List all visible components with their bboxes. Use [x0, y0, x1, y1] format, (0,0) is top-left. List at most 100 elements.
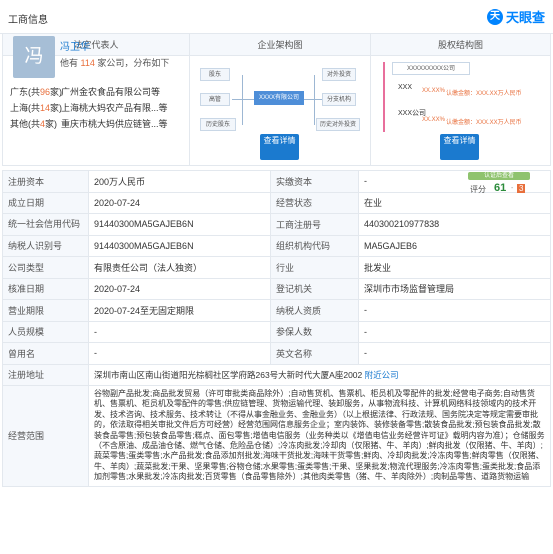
business-info-table: 注册资本 200万人民币 实缴资本 - 成立日期 2020-07-24 经营状态 在业 统一… — [2, 170, 551, 487]
field-value: - — [358, 342, 551, 365]
field-value: 2020-07-24 — [88, 277, 271, 300]
score-prefix: 评分 — [470, 185, 486, 194]
field-label: 行业 — [270, 256, 359, 279]
shareholder-node: 股东 — [200, 68, 230, 81]
equity-note-1: 认缴金额：XXX.XX万人民币 — [446, 91, 522, 97]
score-separator-icon: - — [511, 185, 514, 192]
equity-detail-button[interactable]: 查看详情 — [440, 134, 479, 160]
field-label: 组织机构代码 — [270, 234, 359, 257]
region-company: 上海桃大妈农产品有限...等 — [61, 103, 168, 113]
connector — [242, 75, 243, 125]
list-item[interactable]: 广东(共96家) 广州金农食品有限公司等 — [10, 84, 186, 100]
table-row: 人员规模 - 参保人数 - — [2, 320, 551, 343]
field-label: 经营状态 — [270, 191, 359, 214]
count-suffix: 家) — [45, 119, 58, 129]
history-shareholder-node: 历史股东 — [200, 118, 236, 131]
avatar: 冯 — [13, 36, 55, 78]
list-item[interactable]: 其他(共4家) 重庆市桃大妈供应链管...等 — [10, 116, 186, 132]
field-label: 实缴资本 — [270, 170, 359, 193]
field-value: 批发业 — [358, 256, 551, 279]
legal-rep-summary: 他有 114 家公司，分布如下 — [60, 56, 169, 69]
table-row: 统一社会信用代码 91440300MA5GAJEB6N 工商注册号 440300210… — [2, 213, 551, 236]
region-name: 广东 — [10, 87, 29, 97]
score-value: 61 — [494, 182, 507, 194]
equity-note-2: 认缴金额：XXX.XX万人民币 — [446, 120, 522, 126]
field-value: 91440300MA5GAJEB6N — [88, 213, 271, 236]
field-label: 曾用名 — [2, 342, 89, 365]
table-row: 注册地址 深圳市南山区南山街道阳光棕榈社区学府路263号大新时代大厦A座2002 … — [2, 363, 551, 386]
equity-ratio-2: XX.XX% — [422, 117, 446, 123]
summary-suffix: 家公司，分布如下 — [97, 58, 170, 68]
section-title: 股权结构图 — [371, 34, 550, 56]
company-count[interactable]: 114 — [81, 58, 95, 68]
table-row: 纳税人识别号 91440300MA5GAJEB6N 组织机构代码 MA5GAJEB6 — [2, 234, 551, 257]
equity-ratio-1: XX.XX% — [422, 88, 446, 94]
equity-bar — [383, 62, 385, 132]
nearby-companies-link[interactable]: 附近公司 — [365, 370, 399, 380]
field-label: 统一社会信用代码 — [2, 213, 89, 236]
field-label: 纳税人识别号 — [2, 234, 89, 257]
table-row: 经营范围 谷物副产品批发;商品批发贸易（许可审批类商品除外）;自动售货机、售票机、… — [2, 385, 551, 487]
address-cell: 深圳市南山区南山街道阳光棕榈社区学府路263号大新时代大厦A座2002 附近公司 — [88, 363, 551, 386]
field-value: - — [358, 320, 551, 343]
logo-icon: 天 — [486, 8, 503, 25]
score-certify-label: 认证后查看 — [468, 172, 530, 180]
field-value: 91440300MA5GAJEB6N — [88, 234, 271, 257]
table-row: 曾用名 - 英文名称 - — [2, 342, 551, 365]
table-row: 公司类型 有限责任公司（法人独资） 行业 批发业 — [2, 256, 551, 279]
section-title: 企业架构图 — [190, 34, 370, 56]
region-company: 重庆市桃大妈供应链管...等 — [61, 119, 168, 129]
equity-top-node: XXXXXXXXX公司 — [392, 62, 470, 75]
executive-node: 高管 — [200, 93, 230, 106]
field-label: 人员规模 — [2, 320, 89, 343]
region-name: 上海 — [10, 103, 29, 113]
history-investment-node: 历史对外投资 — [316, 118, 360, 131]
region-name: 其他 — [10, 119, 29, 129]
field-label: 核准日期 — [2, 277, 89, 300]
field-label: 注册地址 — [2, 363, 89, 386]
tianyancha-logo[interactable]: 天 天眼查 — [486, 7, 545, 26]
branch-node: 分支机构 — [322, 93, 356, 106]
count-prefix: (共 — [28, 87, 41, 97]
field-label: 参保人数 — [270, 320, 359, 343]
field-label: 公司类型 — [2, 256, 89, 279]
logo-text: 天眼查 — [505, 10, 545, 25]
field-label: 成立日期 — [2, 191, 89, 214]
region-company: 广州金农食品有限公司等 — [61, 87, 161, 97]
table-row: 营业期限 2020-07-24至无固定期限 纳税人资质 - — [2, 299, 551, 322]
field-value: 深圳市市场监督管理局 — [358, 277, 551, 300]
summary-prefix: 他有 — [60, 58, 79, 68]
field-label: 工商注册号 — [270, 213, 359, 236]
region-count: 96 — [40, 87, 51, 97]
field-label: 注册资本 — [2, 170, 89, 193]
region-list: 广东(共96家) 广州金农食品有限公司等 上海(共14家) 上海桃大妈农产品有限..… — [10, 84, 186, 132]
count-prefix: (共 — [28, 119, 41, 129]
legal-rep-name[interactable]: 冯卫华 — [60, 38, 90, 53]
field-value: - — [358, 299, 551, 322]
connector — [232, 99, 254, 100]
list-item[interactable]: 上海(共14家) 上海桃大妈农产品有限...等 — [10, 100, 186, 116]
field-value: 440300210977838 — [358, 213, 551, 236]
field-label: 英文名称 — [270, 342, 359, 365]
field-label: 营业期限 — [2, 299, 89, 322]
connector — [314, 75, 315, 125]
region-count: 14 — [40, 103, 51, 113]
field-label: 登记机关 — [270, 277, 359, 300]
field-value: 有限责任公司（法人独资） — [88, 256, 271, 279]
field-label: 纳税人资质 — [270, 299, 359, 322]
page-title: 工商信息 — [8, 15, 48, 26]
table-row: 核准日期 2020-07-24 登记机关 深圳市市场监督管理局 — [2, 277, 551, 300]
field-value: MA5GAJEB6 — [358, 234, 551, 257]
field-value: 200万人民币 — [88, 170, 271, 193]
score-badge[interactable]: 认证后查看 评分 61 - 3 — [466, 172, 532, 198]
business-scope-value: 谷物副产品批发;商品批发贸易（许可审批类商品除外）;自动售货机、售票机、柜员机及… — [88, 385, 551, 487]
field-value: 2020-07-24至无固定期限 — [88, 299, 271, 322]
company-node: XXXX有限公司 — [254, 91, 304, 105]
score-suffix: 3 — [517, 184, 526, 193]
field-label: 经营范围 — [2, 385, 89, 487]
structure-detail-button[interactable]: 查看详情 — [260, 134, 299, 160]
field-value: - — [88, 320, 271, 343]
field-value: - — [88, 342, 271, 365]
field-value: 2020-07-24 — [88, 191, 271, 214]
equity-holder-1: XXX — [398, 84, 413, 91]
